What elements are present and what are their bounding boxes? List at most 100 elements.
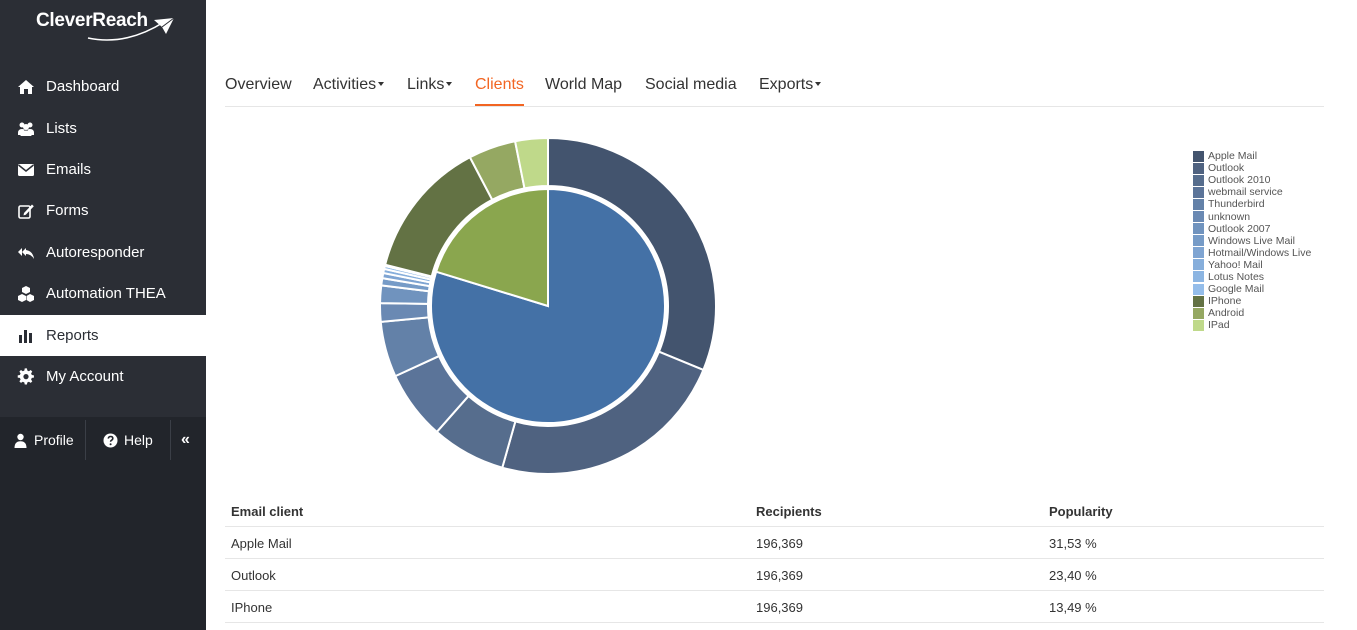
legend-swatch: [1193, 259, 1204, 271]
tab-world-map[interactable]: World Map: [545, 76, 622, 106]
profile-label: Profile: [34, 432, 74, 448]
cell-recipients: 196,369: [756, 600, 803, 615]
help-label: Help: [124, 432, 153, 448]
legend-swatch: [1193, 295, 1204, 307]
sidebar-item-lists[interactable]: Lists: [0, 108, 206, 149]
cell-popularity: 31,53 %: [1049, 536, 1097, 551]
profile-button[interactable]: Profile: [13, 420, 74, 460]
inner-pie: [430, 187, 666, 424]
legend-label: unknown: [1208, 210, 1251, 223]
email-client-table: Email client Recipients Popularity Apple…: [225, 495, 1324, 623]
users-icon: [16, 119, 36, 139]
legend-swatch: [1193, 223, 1204, 235]
legend-swatch: [1193, 186, 1204, 198]
cell-popularity: 23,40 %: [1049, 568, 1097, 583]
legend-swatch: [1193, 307, 1204, 319]
legend-swatch: [1193, 174, 1204, 186]
cell-email-client: Outlook: [231, 568, 276, 583]
legend-item-google-mail[interactable]: Google Mail: [1193, 283, 1343, 295]
bar-chart-icon: [16, 326, 36, 346]
legend-item-windows-live-mail[interactable]: Windows Live Mail: [1193, 235, 1343, 247]
column-header-email-client: Email client: [231, 504, 304, 519]
legend-item-outlook-2010[interactable]: Outlook 2010: [1193, 174, 1343, 186]
legend-swatch: [1193, 211, 1204, 223]
sidebar-footer: Profile Help «: [0, 420, 206, 460]
sidebar-item-label: Automation THEA: [46, 285, 166, 302]
sidebar-item-forms[interactable]: Forms: [0, 190, 206, 231]
legend-item-outlook[interactable]: Outlook: [1193, 162, 1343, 174]
report-tabs: Overview Activities Links Clients World …: [225, 74, 1324, 107]
sidebar-item-label: Emails: [46, 161, 92, 178]
legend-swatch: [1193, 235, 1204, 247]
legend-label: Apple Mail: [1208, 150, 1258, 163]
paper-plane-logo-icon: [87, 17, 175, 41]
envelope-icon: [16, 160, 36, 180]
tab-label: Social media: [645, 76, 737, 93]
tab-label: World Map: [545, 76, 623, 93]
footer-divider: [170, 420, 171, 460]
legend-label: Windows Live Mail: [1208, 234, 1295, 247]
tab-clients[interactable]: Clients: [475, 76, 524, 106]
sidebar-item-my-account[interactable]: My Account: [0, 356, 206, 397]
caret-down-icon: [378, 81, 385, 86]
legend-label: Thunderbird: [1208, 198, 1265, 211]
tab-social-media[interactable]: Social media: [645, 76, 737, 106]
sidebar-item-reports[interactable]: Reports: [0, 315, 206, 356]
tab-overview[interactable]: Overview: [225, 76, 292, 106]
gear-icon: [16, 367, 36, 387]
cell-recipients: 196,369: [756, 536, 803, 551]
sidebar-item-label: Lists: [46, 120, 77, 137]
legend-item-lotus-notes[interactable]: Lotus Notes: [1193, 271, 1343, 283]
legend-item-yahoo-mail[interactable]: Yahoo! Mail: [1193, 259, 1343, 271]
tab-label: Clients: [475, 76, 524, 93]
legend-swatch: [1193, 247, 1204, 259]
tab-exports[interactable]: Exports: [759, 76, 822, 106]
help-button[interactable]: Help: [103, 420, 153, 460]
legend-label: Outlook: [1208, 162, 1245, 175]
legend-swatch: [1193, 198, 1204, 210]
legend-label: Android: [1208, 307, 1245, 320]
cell-email-client: Apple Mail: [231, 536, 292, 551]
tab-activities[interactable]: Activities: [313, 76, 385, 106]
table-row: IPhone 196,369 13,49 %: [225, 591, 1324, 623]
legend-item-hotmail-windows-live[interactable]: Hotmail/Windows Live: [1193, 247, 1343, 259]
cell-popularity: 13,49 %: [1049, 600, 1097, 615]
legend-swatch: [1193, 283, 1204, 295]
column-header-recipients: Recipients: [756, 504, 822, 519]
legend-item-iphone[interactable]: IPhone: [1193, 295, 1343, 307]
column-header-popularity: Popularity: [1049, 504, 1113, 519]
sidebar-item-label: Dashboard: [46, 78, 120, 95]
email-client-donut-chart: [379, 136, 717, 475]
sidebar-item-emails[interactable]: Emails: [0, 149, 206, 190]
user-icon: [14, 433, 27, 448]
tab-label: Links: [407, 76, 445, 93]
sidebar-item-autoresponder[interactable]: Autoresponder: [0, 232, 206, 273]
legend-label: webmail service: [1208, 186, 1283, 199]
sidebar-item-automation-thea[interactable]: Automation THEA: [0, 273, 206, 314]
sidebar-item-label: My Account: [46, 368, 124, 385]
legend-swatch: [1193, 162, 1204, 174]
tab-label: Activities: [313, 76, 377, 93]
sidebar-item-label: Autoresponder: [46, 244, 145, 261]
collapse-sidebar-button[interactable]: «: [181, 420, 190, 460]
cubes-icon: [16, 284, 36, 304]
sidebar-item-dashboard[interactable]: Dashboard: [0, 66, 206, 107]
chart-legend: Apple Mail Outlook Outlook 2010 webmail ser…: [1193, 150, 1343, 331]
legend-item-thunderbird[interactable]: Thunderbird: [1193, 198, 1343, 210]
cell-email-client: IPhone: [231, 600, 273, 615]
legend-item-unknown[interactable]: unknown: [1193, 210, 1343, 223]
legend-item-android[interactable]: Android: [1193, 307, 1343, 319]
legend-item-apple-mail[interactable]: Apple Mail: [1193, 150, 1343, 162]
legend-item-ipad[interactable]: IPad: [1193, 319, 1343, 331]
legend-item-outlook-2007[interactable]: Outlook 2007: [1193, 223, 1343, 235]
caret-down-icon: [815, 81, 822, 86]
tab-links[interactable]: Links: [407, 76, 453, 106]
brand-logo[interactable]: CleverReach: [36, 10, 176, 41]
home-icon: [16, 77, 36, 97]
legend-label: Lotus Notes: [1208, 270, 1265, 283]
double-chevron-left-icon: «: [181, 431, 190, 448]
legend-label: Outlook 2010: [1208, 174, 1271, 187]
sidebar: CleverReach Dashboard Lists Emails Forms…: [0, 0, 206, 630]
table-row: Outlook 196,369 23,40 %: [225, 559, 1324, 591]
legend-item-webmail-service[interactable]: webmail service: [1193, 186, 1343, 198]
